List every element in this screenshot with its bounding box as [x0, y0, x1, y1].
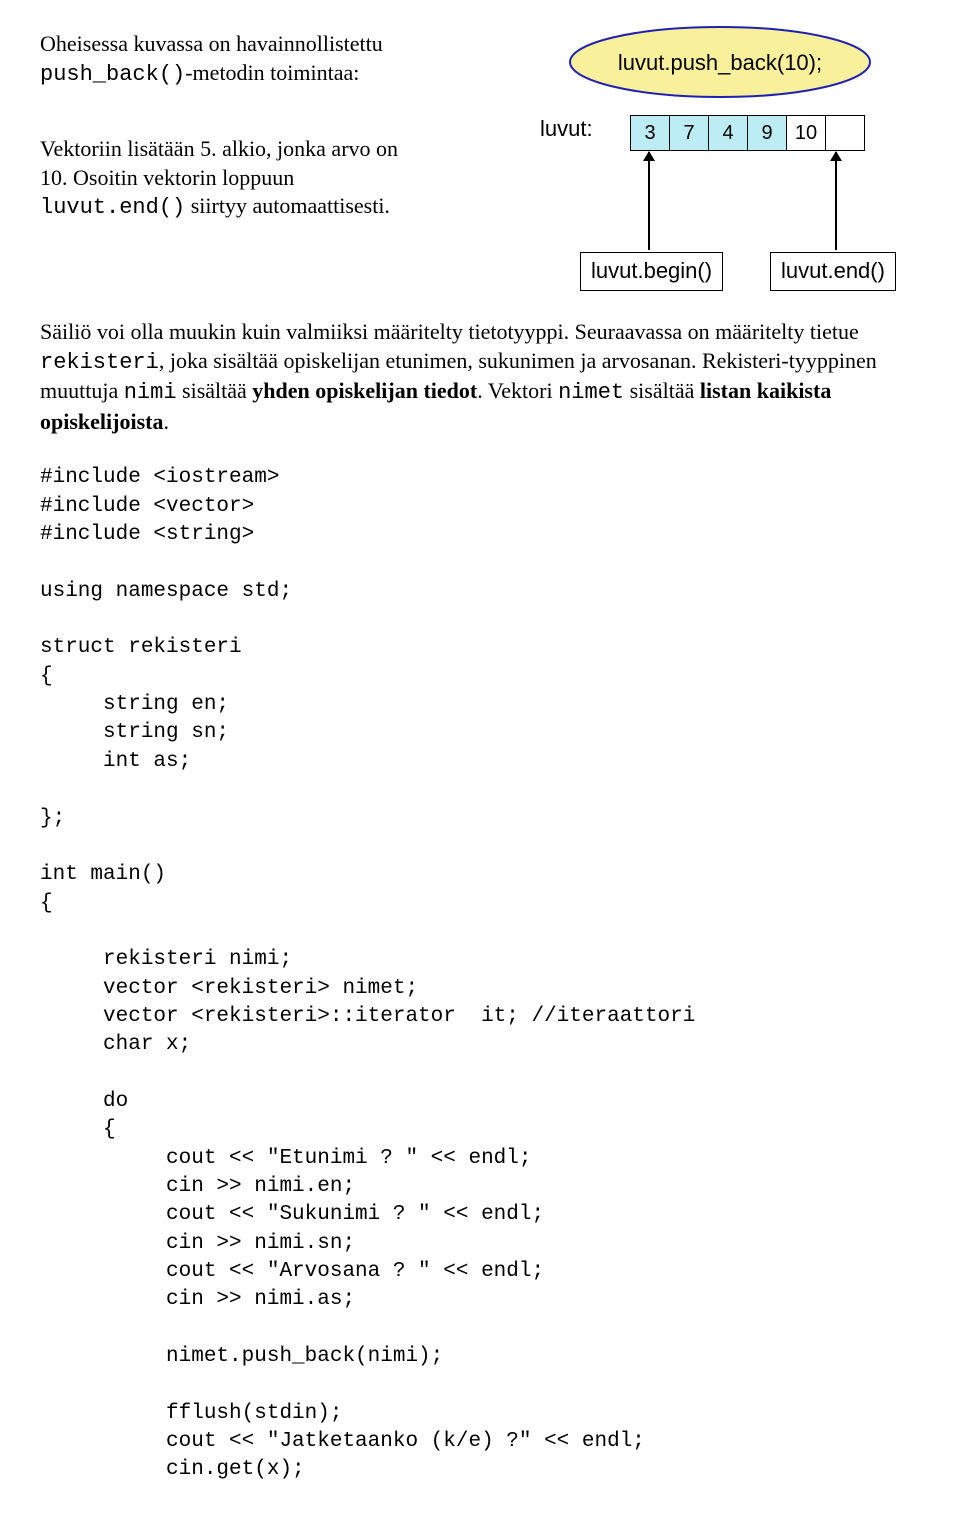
text: Vektoriin lisätään 5. alkio, jonka arvo … [40, 136, 398, 190]
cell: 3 [631, 116, 670, 151]
arrow-begin [648, 152, 650, 250]
bold-text: yhden opiskelijan tiedot [252, 378, 477, 403]
cell: 7 [670, 116, 709, 151]
code-inline: nimi [124, 380, 177, 405]
text: sisältää [177, 378, 253, 403]
begin-label: luvut.begin() [580, 252, 723, 291]
intro-paragraph-2: Vektoriin lisätään 5. alkio, jonka arvo … [40, 135, 400, 223]
code-inline: nimet [558, 380, 624, 405]
cell: 9 [748, 116, 787, 151]
code-inline: rekisteri [40, 350, 159, 375]
text: . Vektori [477, 378, 558, 403]
code-inline: push_back() [40, 62, 185, 87]
cell-new: 10 [787, 116, 826, 151]
code-block: #include <iostream> #include <vector> #i… [40, 464, 920, 1484]
ellipse-text: luvut.push_back(10); [618, 50, 822, 75]
text: Säiliö voi olla muukin kuin valmiiksi mä… [40, 319, 859, 344]
arrow-end [835, 152, 837, 250]
cell: 4 [709, 116, 748, 151]
body-paragraph: Säiliö voi olla muukin kuin valmiiksi mä… [40, 318, 920, 436]
intro-paragraph-1: Oheisessa kuvassa on havainnollistettu p… [40, 30, 400, 89]
text: sisältää [624, 378, 700, 403]
vector-cells: 3 7 4 9 10 [630, 115, 865, 151]
text: siirtyy automaattisesti. [185, 193, 390, 218]
vector-label: luvut: [540, 115, 593, 144]
text: . [163, 409, 169, 434]
top-figure-area: Oheisessa kuvassa on havainnollistettu p… [40, 30, 920, 310]
code-inline: luvut.end() [40, 195, 185, 220]
text: Oheisessa kuvassa on havainnollistettu [40, 31, 383, 56]
push-back-ellipse: luvut.push_back(10); [560, 22, 880, 102]
cell-empty [826, 116, 865, 151]
end-label: luvut.end() [770, 252, 896, 291]
text: -metodin toimintaa: [185, 60, 359, 85]
